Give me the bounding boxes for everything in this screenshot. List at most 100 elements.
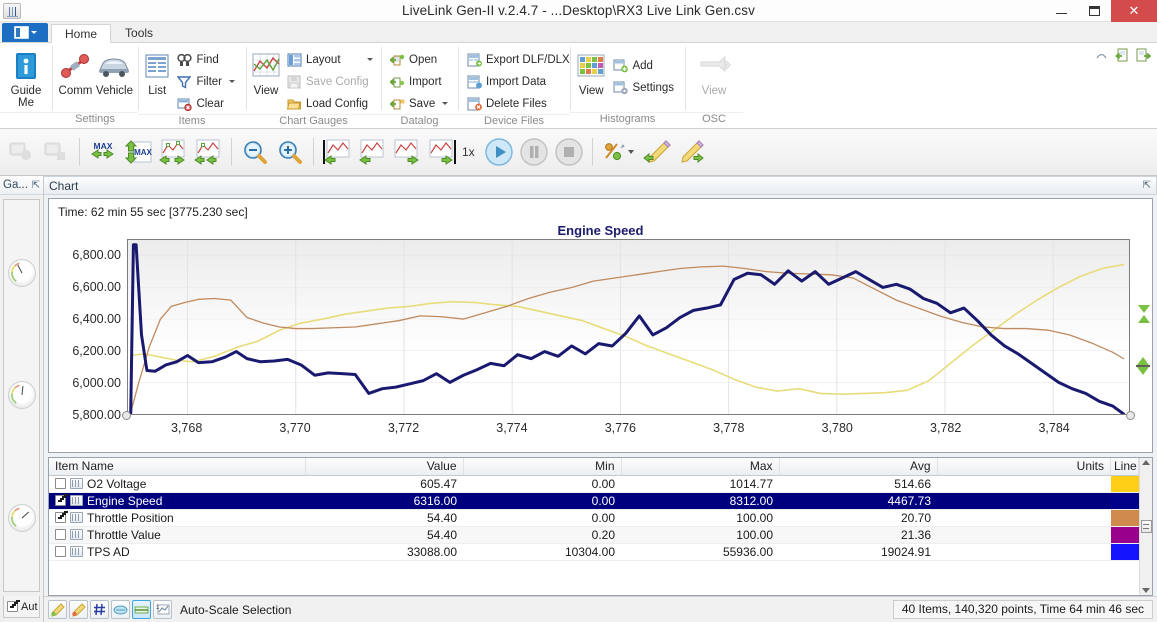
stop-button[interactable]: [552, 135, 586, 169]
pin-icon[interactable]: ⇱: [32, 180, 40, 191]
pause-button[interactable]: [517, 135, 551, 169]
maximize-button[interactable]: [1078, 0, 1111, 22]
histogram-settings-button[interactable]: Settings: [609, 77, 680, 98]
row-checkbox[interactable]: [55, 478, 66, 489]
scroll-down-icon[interactable]: [1142, 588, 1150, 593]
chart-scroll-right-thumb[interactable]: [1126, 411, 1135, 420]
cell-line-color[interactable]: [1110, 475, 1139, 493]
row-checkbox[interactable]: [55, 546, 66, 557]
gauge-record-button[interactable]: [39, 135, 73, 169]
col-min[interactable]: Min: [463, 458, 622, 476]
open-button[interactable]: Open: [386, 49, 454, 70]
gauge-1[interactable]: [7, 259, 36, 288]
row-checkbox[interactable]: [55, 512, 66, 523]
file-menu-button[interactable]: [2, 23, 48, 42]
gauge-snapshot-button[interactable]: [4, 135, 38, 169]
pencil-left-button[interactable]: [639, 135, 673, 169]
scrollbar-thumb[interactable]: [1140, 520, 1152, 533]
delete-files-button[interactable]: Delete Files: [463, 93, 576, 114]
pencil-right-button[interactable]: [674, 135, 708, 169]
import-button[interactable]: Import: [386, 71, 454, 92]
col-units[interactable]: Units: [937, 458, 1111, 476]
find-button[interactable]: Find: [173, 49, 241, 70]
marker-left-button[interactable]: [320, 135, 354, 169]
export-dlf-button[interactable]: Export DLF/DLX: [463, 49, 576, 70]
expand-down-icon[interactable]: [1137, 367, 1149, 375]
save-button[interactable]: Save: [386, 93, 454, 114]
marker-right-button[interactable]: [425, 135, 459, 169]
scroll-up-icon[interactable]: [1142, 460, 1150, 465]
items-table-scrollbar[interactable]: [1139, 458, 1152, 595]
zoom-out-button[interactable]: [238, 135, 272, 169]
gauge-3[interactable]: [7, 503, 36, 532]
col-line[interactable]: Line: [1110, 458, 1139, 476]
cell-item-name[interactable]: Throttle Value: [49, 526, 305, 544]
table-row[interactable]: O2 Voltage 605.47 0.00 1014.77 514.66: [49, 475, 1139, 493]
chart-pin-icon[interactable]: ⇱: [1143, 180, 1151, 191]
load-config-button[interactable]: Load Config: [283, 93, 379, 114]
table-row[interactable]: Engine Speed 6316.00 0.00 8312.00 4467.73: [49, 492, 1139, 510]
cell-line-color[interactable]: [1110, 526, 1139, 544]
minimize-button[interactable]: [1045, 0, 1078, 22]
histogram-view-button[interactable]: View: [575, 47, 607, 97]
pencil-green-button[interactable]: [48, 600, 67, 619]
close-button[interactable]: ✕: [1111, 0, 1157, 22]
line-color-swatch[interactable]: [1110, 475, 1139, 491]
table-row[interactable]: Throttle Value 54.40 0.20 100.00 21.36: [49, 526, 1139, 544]
comm-button[interactable]: Comm: [57, 47, 94, 97]
chart-scale-up-group[interactable]: [1138, 305, 1150, 323]
guide-me-button[interactable]: Guide Me: [5, 47, 47, 109]
osc-view-button[interactable]: View: [690, 47, 738, 97]
chart-right-button[interactable]: [390, 135, 424, 169]
cell-line-color[interactable]: [1110, 492, 1139, 510]
chart-pan-button[interactable]: [156, 135, 190, 169]
scale-button[interactable]: [132, 600, 151, 619]
cell-item-name[interactable]: Throttle Position: [49, 509, 305, 527]
line-color-swatch[interactable]: [1110, 543, 1139, 559]
gauge-2[interactable]: [7, 381, 36, 410]
line-color-swatch[interactable]: [1110, 526, 1139, 542]
chart-left-button[interactable]: [355, 135, 389, 169]
col-avg[interactable]: Avg: [779, 458, 938, 476]
cell-item-name[interactable]: Engine Speed: [49, 492, 305, 510]
play-button[interactable]: [482, 135, 516, 169]
scale-up-icon[interactable]: [1138, 315, 1150, 323]
percent-chevron-down-icon[interactable]: [627, 150, 634, 154]
table-row[interactable]: Throttle Position 54.40 0.00 100.00 20.70: [49, 509, 1139, 527]
clear-button[interactable]: Clear: [173, 93, 241, 114]
tab-home[interactable]: Home: [51, 24, 112, 43]
tab-tools[interactable]: Tools: [111, 23, 167, 42]
zoom-in-button[interactable]: [273, 135, 307, 169]
hash-button[interactable]: [90, 600, 109, 619]
table-row[interactable]: TPS AD 33088.00 10304.00 55936.00 19024.91: [49, 543, 1139, 561]
line-color-swatch[interactable]: [1110, 492, 1139, 508]
export-quick-icon[interactable]: [1135, 47, 1151, 63]
row-checkbox[interactable]: [55, 529, 66, 540]
chart-view-button[interactable]: View: [251, 47, 281, 97]
chart-scroll-left-thumb[interactable]: [122, 411, 131, 420]
scale-down-icon[interactable]: [1138, 305, 1150, 313]
import-data-button[interactable]: Import Data: [463, 71, 576, 92]
col-item-name[interactable]: Item Name: [49, 458, 306, 476]
oval-button[interactable]: [111, 600, 130, 619]
col-value[interactable]: Value: [305, 458, 464, 476]
cell-line-color[interactable]: [1110, 543, 1139, 561]
pencil-red-button[interactable]: [69, 600, 88, 619]
max-up-down-button[interactable]: MAX: [121, 135, 155, 169]
cell-item-name[interactable]: O2 Voltage: [49, 475, 305, 493]
help-icon[interactable]: [1093, 47, 1109, 63]
max-left-right-button[interactable]: MAX: [86, 135, 120, 169]
gauges-auto-row[interactable]: Aut: [3, 596, 40, 618]
plot-area[interactable]: [127, 239, 1130, 415]
save-config-button[interactable]: Save Config: [283, 71, 379, 92]
layout-button[interactable]: Layout: [283, 49, 379, 70]
chart-scale-down-group[interactable]: [1136, 357, 1150, 375]
col-max[interactable]: Max: [621, 458, 780, 476]
expand-up-icon[interactable]: [1137, 357, 1149, 365]
list-button[interactable]: List: [143, 47, 171, 97]
row-checkbox[interactable]: [55, 495, 66, 506]
vehicle-button[interactable]: Vehicle: [96, 47, 133, 97]
histogram-add-button[interactable]: Add: [609, 55, 680, 76]
cell-item-name[interactable]: TPS AD: [49, 543, 305, 561]
chart-pan-both-button[interactable]: [191, 135, 225, 169]
